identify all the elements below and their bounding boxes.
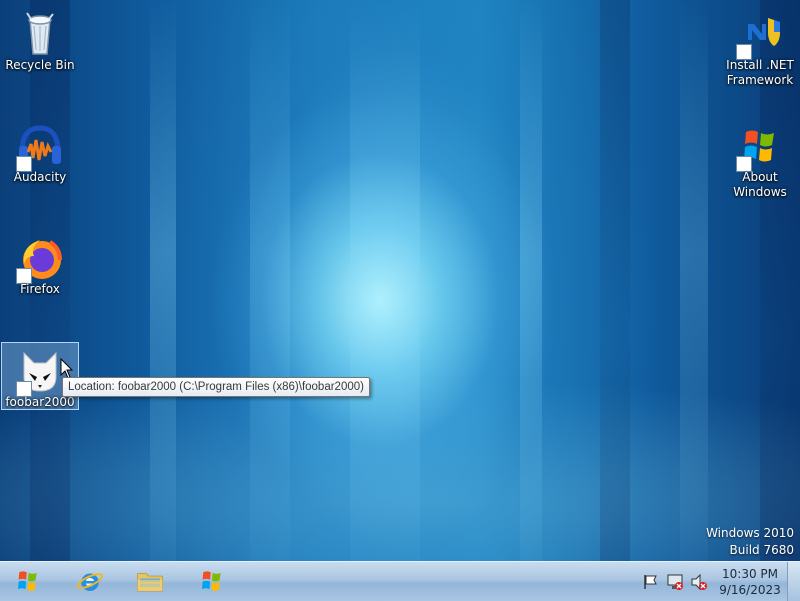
taskbar-internet-explorer-button[interactable] <box>62 564 118 599</box>
desktop-icon-label: Audacity <box>13 170 67 184</box>
notification-area <box>636 562 716 601</box>
watermark-os-name: Windows 2010 <box>706 526 794 540</box>
recycle-bin-icon <box>26 12 54 55</box>
desktop-icon-about-windows[interactable]: About Windows <box>722 118 798 199</box>
desktop-background[interactable]: Recycle Bin Audacity Firefox foobar2000 … <box>0 0 800 561</box>
taskbar-file-explorer-button[interactable] <box>122 564 178 599</box>
desktop-icon-install-dotnet[interactable]: Install .NET Framework <box>722 6 798 87</box>
action-center-flag-icon[interactable] <box>642 573 660 591</box>
windows-logo-icon <box>18 571 37 591</box>
desktop-icon-firefox[interactable]: Firefox <box>2 230 78 296</box>
show-desktop-button[interactable] <box>787 562 800 601</box>
location-tooltip: Location: foobar2000 (C:\Program Files (… <box>62 377 370 397</box>
clock-date: 9/16/2023 <box>719 583 781 597</box>
clock-time: 10:30 PM <box>722 567 778 581</box>
start-button[interactable] <box>0 564 56 599</box>
desktop-icon-label: Install .NET Framework <box>726 58 794 87</box>
desktop-icon-label: About Windows <box>733 170 787 199</box>
desktop-icon-recycle-bin[interactable]: Recycle Bin <box>2 6 78 72</box>
network-icon[interactable] <box>666 573 684 591</box>
volume-muted-icon[interactable] <box>690 573 708 591</box>
watermark-build: Build 7680 <box>729 543 794 557</box>
taskbar-windows-button[interactable] <box>184 564 240 599</box>
windows-logo-icon <box>202 571 221 591</box>
folder-icon <box>137 573 163 592</box>
build-watermark: Windows 2010 Build 7680 <box>706 525 794 559</box>
taskbar-clock[interactable]: 10:30 PM 9/16/2023 <box>712 566 788 598</box>
desktop-icon-label: Recycle Bin <box>5 58 75 72</box>
desktop-icon-label: Firefox <box>20 282 60 296</box>
desktop-icon-audacity[interactable]: Audacity <box>2 118 78 184</box>
internet-explorer-icon <box>77 573 103 591</box>
taskbar: 10:30 PM 9/16/2023 <box>0 561 800 601</box>
desktop-icon-label: foobar2000 <box>5 395 75 409</box>
